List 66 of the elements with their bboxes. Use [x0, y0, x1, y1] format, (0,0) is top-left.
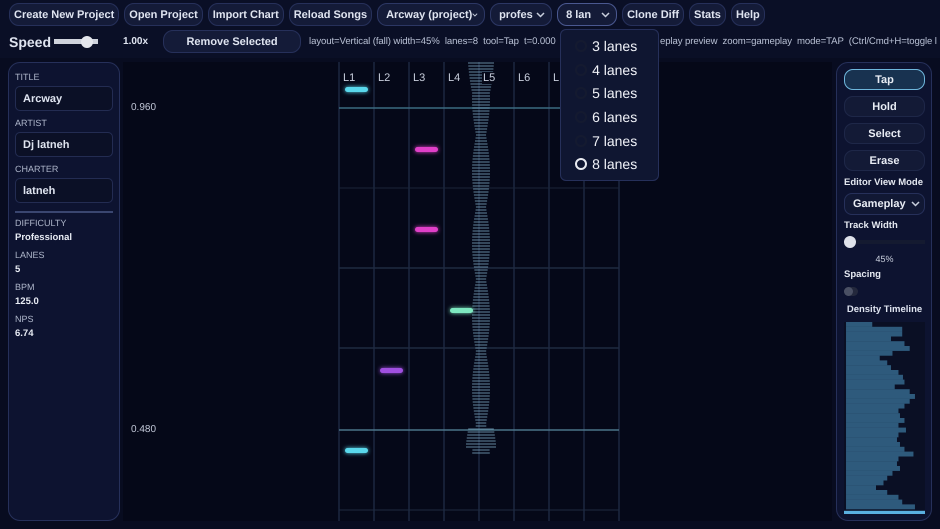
- menu-option[interactable]: 3 lanes: [561, 34, 658, 58]
- view-mode-label: Editor View Mode: [844, 177, 924, 188]
- stat-label: LANES: [15, 250, 46, 260]
- status-text: eplay preview zoom=gameplay mode=TAP (Ctrl/Cmd+H=toggle l: [660, 36, 937, 47]
- stat-value: 6.74: [15, 328, 34, 339]
- stat-label: NPS: [15, 314, 35, 324]
- slider-thumb[interactable]: [81, 36, 94, 48]
- tool-button[interactable]: Erase: [844, 150, 925, 171]
- slider-thumb[interactable]: [844, 236, 856, 248]
- lane-label: L6: [517, 72, 532, 84]
- chevron-down-icon: [536, 12, 546, 18]
- field-label: ARTIST: [15, 118, 48, 128]
- note-marker[interactable]: [380, 368, 403, 373]
- stat-label: BPM: [15, 282, 36, 292]
- toolbar-button[interactable]: Import Chart: [208, 3, 284, 26]
- stat-value: 5: [15, 264, 22, 275]
- toolbar-button[interactable]: Stats: [689, 3, 726, 26]
- menu-option[interactable]: 8 lanes: [561, 152, 658, 176]
- input-field[interactable]: Dj latneh: [15, 132, 113, 157]
- input-field[interactable]: Arcway: [15, 86, 113, 111]
- track-width-label: Track Width: [844, 220, 899, 231]
- menu-option[interactable]: 7 lanes: [561, 128, 658, 152]
- tool-button[interactable]: Tap: [844, 69, 925, 90]
- lane-label: L2: [377, 72, 392, 84]
- density-title: Density Timeline: [846, 304, 924, 315]
- dropdown-select[interactable]: 8 lan: [557, 3, 618, 26]
- lane-label: L5: [482, 72, 496, 84]
- field-label: CHARTER: [15, 164, 60, 174]
- note-marker[interactable]: [450, 308, 473, 313]
- note-marker[interactable]: [415, 227, 438, 232]
- chevron-down-icon: [911, 201, 920, 207]
- field-label: TITLE: [15, 72, 41, 82]
- note-marker[interactable]: [345, 87, 368, 92]
- stat-label: DIFFICULTY: [15, 218, 68, 228]
- status-text: layout=Vertical (fall) width=45% lanes=8 tool=Tap t=0.000: [309, 36, 556, 47]
- time-label: 0.960: [131, 102, 156, 113]
- speed-reading: 1.00x: [123, 36, 148, 47]
- toolbar-button[interactable]: Clone Diff: [622, 3, 684, 26]
- speed-label: Speed: [9, 34, 52, 50]
- chevron-down-icon: [472, 12, 478, 18]
- remove-selected-button[interactable]: Remove Selected: [163, 30, 302, 53]
- spacing-toggle[interactable]: [844, 287, 858, 296]
- time-label: 0.480: [131, 424, 156, 435]
- menu-option[interactable]: 5 lanes: [561, 81, 658, 106]
- lane-label: L4: [447, 72, 462, 84]
- note-marker[interactable]: [345, 448, 368, 453]
- toolbar-button[interactable]: Open Project: [124, 3, 203, 26]
- lane-label: L: [552, 72, 560, 84]
- lane-label: L1: [342, 72, 356, 84]
- dropdown-select[interactable]: Arcway (project): [377, 3, 486, 26]
- menu-option[interactable]: 6 lanes: [561, 105, 658, 129]
- stat-value: 125.0: [15, 296, 40, 307]
- input-field[interactable]: latneh: [15, 178, 113, 203]
- dropdown-select[interactable]: profes: [490, 3, 552, 26]
- track-width-reading: 45%: [874, 254, 894, 264]
- note-marker[interactable]: [415, 147, 438, 152]
- tool-button[interactable]: Select: [844, 123, 925, 144]
- toolbar-button[interactable]: Reload Songs: [288, 3, 372, 26]
- toolbar-button[interactable]: Help: [730, 3, 765, 26]
- lane-label: L3: [412, 72, 426, 84]
- chevron-down-icon: [601, 12, 610, 18]
- stat-value: Professional: [15, 232, 74, 243]
- tool-button[interactable]: Hold: [844, 96, 925, 117]
- view-mode-select[interactable]: Gameplay: [844, 193, 925, 215]
- spacing-label: Spacing: [844, 269, 882, 280]
- toolbar-button[interactable]: Create New Project: [9, 3, 120, 26]
